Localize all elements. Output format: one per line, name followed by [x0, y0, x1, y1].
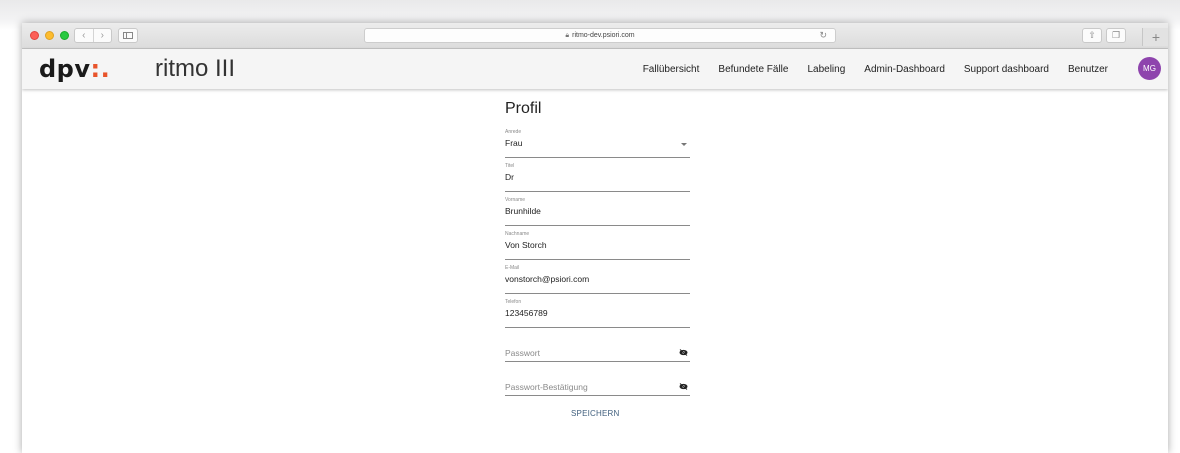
main-nav: Fallübersicht Befundete Fälle Labeling A… — [624, 49, 1108, 89]
telefon-field[interactable]: Telefon 123456789 — [505, 299, 690, 328]
show-tabs-icon[interactable]: ❐ — [1106, 28, 1126, 43]
nav-support-dashboard[interactable]: Support dashboard — [964, 64, 1049, 75]
browser-window: ‹ › 🔒︎ ritmo-dev.psiori.com ↻ ⇧ ❐ + dpv:.… — [22, 23, 1168, 453]
logo-dots: :. — [90, 55, 111, 83]
app-header: dpv:. ritmo III Fallübersicht Befundete … — [22, 49, 1168, 89]
logo-text: dpv — [39, 55, 91, 83]
nachname-value: Von Storch — [505, 240, 547, 250]
email-label: E-Mail — [505, 265, 520, 271]
password-field[interactable]: Passwort — [505, 333, 690, 362]
reload-icon[interactable]: ↻ — [819, 29, 827, 42]
password-placeholder: Passwort — [505, 348, 540, 358]
browser-toolbar: ‹ › 🔒︎ ritmo-dev.psiori.com ↻ ⇧ ❐ + — [22, 23, 1168, 49]
nav-benutzer[interactable]: Benutzer — [1068, 64, 1108, 75]
zoom-window-button[interactable] — [60, 31, 69, 40]
save-button[interactable]: SPEICHERN — [571, 409, 619, 418]
share-icon[interactable]: ⇧ — [1082, 28, 1102, 43]
eye-off-icon[interactable] — [679, 349, 688, 356]
vorname-field[interactable]: Vorname Brunhilde — [505, 197, 690, 226]
nachname-field[interactable]: Nachname Von Storch — [505, 231, 690, 260]
product-name: ritmo III — [155, 55, 236, 82]
vorname-value: Brunhilde — [505, 206, 541, 216]
new-tab-icon[interactable]: + — [1142, 28, 1168, 46]
anrede-value: Frau — [505, 138, 523, 148]
forward-icon[interactable]: › — [92, 29, 112, 42]
history-nav: ‹ › — [74, 28, 112, 43]
sidebar-toggle-icon[interactable] — [118, 28, 138, 43]
vorname-label: Vorname — [505, 197, 526, 203]
address-bar[interactable]: 🔒︎ ritmo-dev.psiori.com ↻ — [364, 28, 836, 43]
anrede-label: Anrede — [505, 129, 522, 135]
telefon-value: 123456789 — [505, 308, 548, 318]
minimize-window-button[interactable] — [45, 31, 54, 40]
eye-off-icon[interactable] — [679, 383, 688, 390]
titel-label: Titel — [505, 163, 515, 169]
email-field[interactable]: E-Mail vonstorch@psiori.com — [505, 265, 690, 294]
nav-befundete-faelle[interactable]: Befundete Fälle — [718, 64, 788, 75]
avatar[interactable]: MG — [1138, 57, 1161, 80]
nav-admin-dashboard[interactable]: Admin-Dashboard — [864, 64, 945, 75]
password-confirm-placeholder: Passwort-Bestätigung — [505, 382, 588, 392]
lock-icon: 🔒︎ — [565, 32, 570, 39]
password-confirm-field[interactable]: Passwort-Bestätigung — [505, 367, 690, 396]
nachname-label: Nachname — [505, 231, 530, 237]
titel-field[interactable]: Titel Dr — [505, 163, 690, 192]
close-window-button[interactable] — [30, 31, 39, 40]
page-title: Profil — [505, 100, 542, 117]
back-icon[interactable]: ‹ — [75, 29, 93, 42]
main-content: Profil Anrede Frau Titel Dr Vorname Brun… — [22, 89, 1168, 453]
anrede-select[interactable]: Anrede Frau — [505, 129, 690, 158]
titel-value: Dr — [505, 172, 514, 182]
dpv-logo[interactable]: dpv:. — [39, 54, 110, 84]
nav-fall-uebersicht[interactable]: Fallübersicht — [643, 64, 700, 75]
email-value: vonstorch@psiori.com — [505, 274, 590, 284]
nav-labeling[interactable]: Labeling — [807, 64, 845, 75]
url-text: ritmo-dev.psiori.com — [572, 32, 635, 39]
telefon-label: Telefon — [505, 299, 522, 305]
chevron-down-icon[interactable] — [681, 143, 687, 146]
